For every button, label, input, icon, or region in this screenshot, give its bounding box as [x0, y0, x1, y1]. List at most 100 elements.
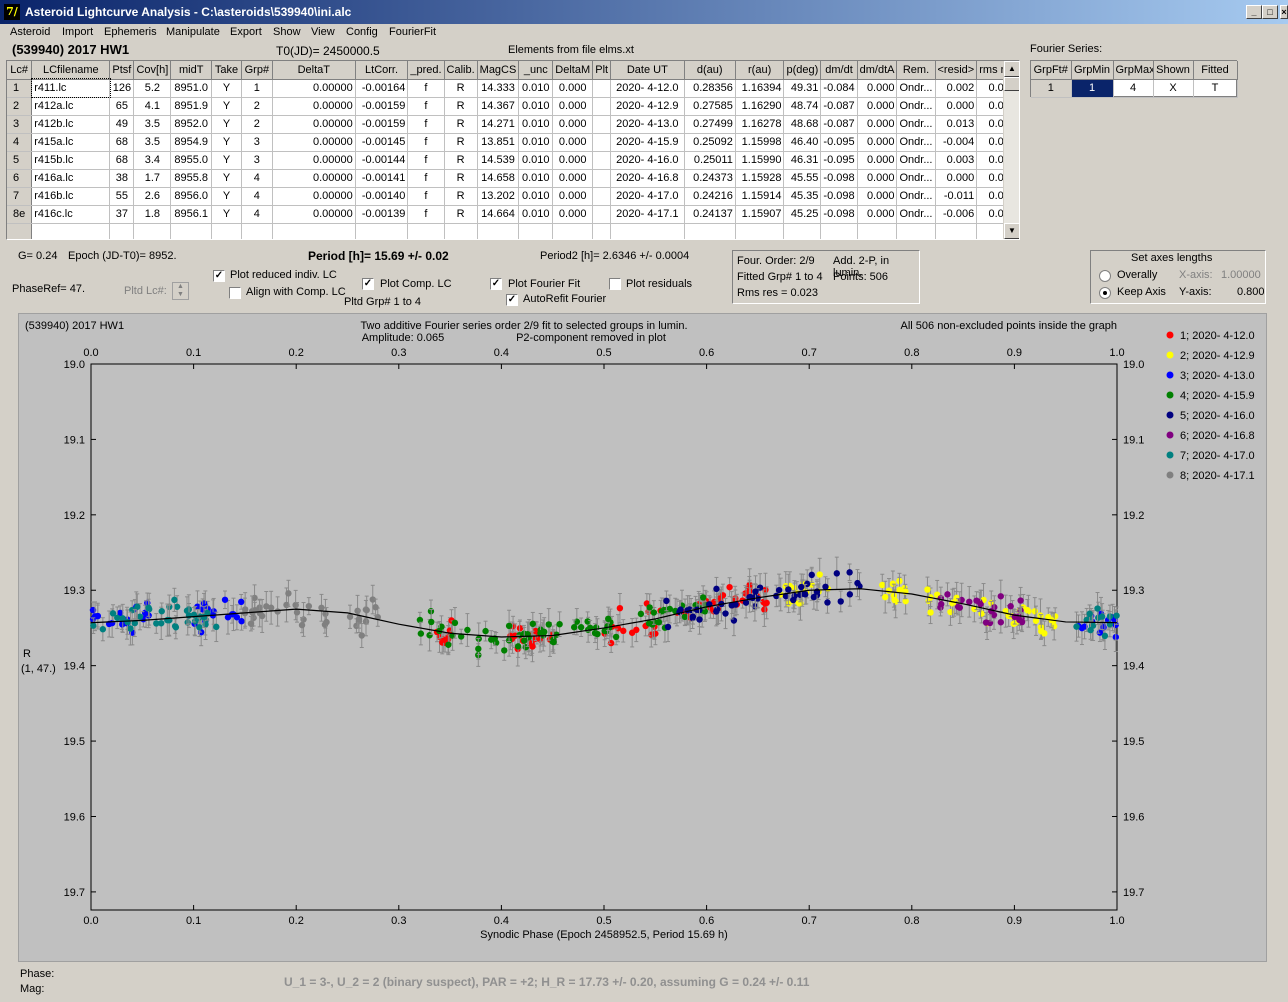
- column-header[interactable]: MagCS: [477, 61, 520, 80]
- table-cell[interactable]: 0.00000: [272, 187, 356, 206]
- overally-radio[interactable]: [1099, 270, 1111, 282]
- table-cell[interactable]: Ondr...: [896, 133, 936, 152]
- table-cell[interactable]: Y: [211, 115, 242, 134]
- minimize-button[interactable]: _: [1246, 5, 1262, 19]
- table-cell[interactable]: 0.010: [518, 115, 554, 134]
- table-row-empty[interactable]: [7, 223, 1019, 239]
- table-cell[interactable]: [109, 223, 135, 239]
- table-cell[interactable]: 0.000: [552, 205, 594, 224]
- column-header[interactable]: LCfilename: [31, 61, 111, 80]
- table-cell[interactable]: Ondr...: [896, 187, 936, 206]
- table-cell[interactable]: 8951.9: [170, 97, 213, 116]
- fourier-cell[interactable]: 4: [1113, 79, 1154, 98]
- table-cell[interactable]: 2020- 4-12.0: [610, 79, 685, 98]
- y-axis-value[interactable]: 0.800: [1237, 286, 1265, 298]
- table-cell[interactable]: [610, 223, 685, 239]
- table-cell[interactable]: [31, 223, 111, 239]
- table-cell[interactable]: 0.000: [552, 97, 594, 116]
- table-cell[interactable]: 3.4: [133, 151, 172, 170]
- lightcurve-chart[interactable]: (539940) 2017 HW1 Two additive Fourier se…: [19, 314, 1266, 961]
- table-cell[interactable]: 46.40: [783, 133, 822, 152]
- pltd-lc-spinner[interactable]: ▲ ▼: [172, 282, 189, 300]
- table-cell[interactable]: [592, 115, 612, 134]
- table-cell[interactable]: f: [407, 133, 445, 152]
- table-cell[interactable]: 2020- 4-13.0: [610, 115, 685, 134]
- table-cell[interactable]: [592, 151, 612, 170]
- table-cell[interactable]: 0.27585: [684, 97, 736, 116]
- table-cell[interactable]: 0.00000: [272, 133, 356, 152]
- table-cell[interactable]: 5.2: [133, 79, 172, 98]
- fourier-column-header[interactable]: GrpMin: [1071, 61, 1114, 80]
- lightcurve-plot-panel[interactable]: (539940) 2017 HW1 Two additive Fourier se…: [18, 313, 1267, 962]
- table-cell[interactable]: 3: [241, 151, 273, 170]
- table-cell[interactable]: 1.8: [133, 205, 172, 224]
- table-cell[interactable]: 45.25: [783, 205, 822, 224]
- table-cell[interactable]: -0.00164: [355, 79, 409, 98]
- table-cell[interactable]: 0.000: [552, 79, 594, 98]
- table-cell[interactable]: Ondr...: [896, 97, 936, 116]
- table-cell[interactable]: [7, 223, 33, 239]
- table-cell[interactable]: -0.087: [820, 97, 858, 116]
- table-cell[interactable]: f: [407, 169, 445, 188]
- table-cell[interactable]: R: [444, 115, 478, 134]
- column-header[interactable]: LtCorr.: [355, 61, 409, 80]
- table-cell[interactable]: r415a.lc: [31, 133, 111, 152]
- table-cell[interactable]: [592, 223, 612, 239]
- column-header[interactable]: Take: [211, 61, 242, 80]
- table-cell[interactable]: 0.25011: [684, 151, 736, 170]
- table-cell[interactable]: 14.664: [477, 205, 520, 224]
- table-cell[interactable]: 8955.0: [170, 151, 213, 170]
- column-header[interactable]: dm/dtA: [857, 61, 898, 80]
- table-cell[interactable]: 0.00000: [272, 79, 356, 98]
- plot-comp-checkbox[interactable]: ✓: [362, 278, 374, 290]
- table-cell[interactable]: 3.5: [133, 133, 172, 152]
- table-cell[interactable]: R: [444, 97, 478, 116]
- column-header[interactable]: r(au): [735, 61, 785, 80]
- table-cell[interactable]: 1.15998: [735, 133, 785, 152]
- table-cell[interactable]: 0.000: [857, 97, 898, 116]
- table-cell[interactable]: -0.00140: [355, 187, 409, 206]
- table-cell[interactable]: -0.00139: [355, 205, 409, 224]
- table-cell[interactable]: 14.333: [477, 79, 520, 98]
- table-row[interactable]: 6 r416a.lc 38 1.7 8955.8 Y 4 0.00000 -0.00141 f R 1…: [7, 169, 1019, 188]
- row-header[interactable]: 8e: [7, 205, 33, 224]
- table-cell[interactable]: 0.00000: [272, 151, 356, 170]
- table-cell[interactable]: 49.31: [783, 79, 822, 98]
- table-row[interactable]: 8e r416c.lc 37 1.8 8956.1 Y 4 0.00000 -0.00139 f R…: [7, 205, 1019, 224]
- table-cell[interactable]: 0.000: [857, 79, 898, 98]
- menu-manipulate[interactable]: Manipulate: [166, 26, 220, 38]
- table-cell[interactable]: [735, 223, 785, 239]
- table-cell[interactable]: 2020- 4-16.0: [610, 151, 685, 170]
- table-cell[interactable]: 1.15914: [735, 187, 785, 206]
- row-header[interactable]: 3: [7, 115, 33, 134]
- table-cell[interactable]: 0.010: [518, 187, 554, 206]
- table-cell[interactable]: 0.000: [857, 205, 898, 224]
- column-header[interactable]: dm/dt: [820, 61, 858, 80]
- table-cell[interactable]: [518, 223, 554, 239]
- table-cell[interactable]: [896, 223, 936, 239]
- menu-export[interactable]: Export: [230, 26, 262, 38]
- table-cell[interactable]: 2020- 4-17.0: [610, 187, 685, 206]
- table-cell[interactable]: 3.5: [133, 115, 172, 134]
- table-cell[interactable]: 1.16394: [735, 79, 785, 98]
- table-cell[interactable]: r411.lc: [30, 78, 111, 98]
- table-cell[interactable]: 0.24216: [684, 187, 736, 206]
- table-cell[interactable]: r415b.lc: [31, 151, 111, 170]
- column-header[interactable]: _pred.: [407, 61, 445, 80]
- fourier-cell[interactable]: 1: [1071, 79, 1114, 98]
- table-cell[interactable]: 0.010: [518, 205, 554, 224]
- autorefit-checkbox[interactable]: ✓: [506, 294, 518, 306]
- table-cell[interactable]: 2.6: [133, 187, 172, 206]
- table-cell[interactable]: 0.000: [552, 187, 594, 206]
- table-cell[interactable]: f: [407, 187, 445, 206]
- table-cell[interactable]: [355, 223, 409, 239]
- table-cell[interactable]: 1.7: [133, 169, 172, 188]
- table-cell[interactable]: 0.000: [857, 187, 898, 206]
- table-cell[interactable]: 0.000: [857, 151, 898, 170]
- table-cell[interactable]: -0.00145: [355, 133, 409, 152]
- table-cell[interactable]: 1.15990: [735, 151, 785, 170]
- table-cell[interactable]: 0.00000: [272, 205, 356, 224]
- table-cell[interactable]: 8955.8: [170, 169, 213, 188]
- fourier-cell[interactable]: 1: [1031, 79, 1072, 98]
- column-header[interactable]: Plt: [592, 61, 612, 80]
